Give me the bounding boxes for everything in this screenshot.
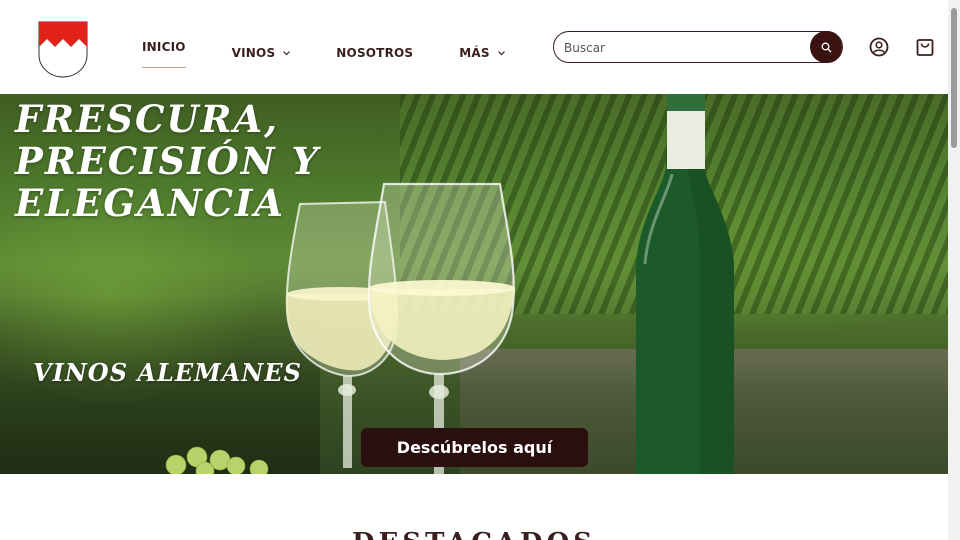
hero-banner: FRESCURA, PRECISIÓN Y ELEGANCIA VINOS AL… [0,94,948,474]
account-icon[interactable] [867,35,891,59]
nav-item-label: VINOS [231,46,276,60]
nav-item-label: INICIO [142,39,186,54]
hero-subtitle: VINOS ALEMANES [33,358,302,387]
search-button[interactable] [810,31,842,63]
main-nav: INICIO VINOS NOSOTROS MÁS [142,38,505,68]
section-title: DESTACADOS [0,528,948,540]
page-scrollbar[interactable] [948,0,960,540]
logo-icon[interactable] [38,21,88,78]
nav-item-label: NOSOTROS [336,46,414,60]
nav-item-inicio[interactable]: INICIO [142,38,186,68]
site-header: INICIO VINOS NOSOTROS MÁS [0,0,948,94]
nav-item-label: MÁS [459,46,490,60]
search-bar [553,31,843,63]
hero-title: FRESCURA, PRECISIÓN Y ELEGANCIA [15,97,320,225]
nav-item-nosotros[interactable]: NOSOTROS [336,44,413,62]
shopping-bag-icon[interactable] [913,35,937,59]
search-input[interactable] [564,38,804,58]
chevron-down-icon [497,49,505,58]
discover-button[interactable]: Descúbrelos aquí [361,428,588,467]
search-icon [821,38,832,57]
nav-item-mas[interactable]: MÁS [459,44,505,62]
scrollbar-thumb[interactable] [951,8,957,148]
chevron-down-icon [283,49,291,58]
nav-item-vinos[interactable]: VINOS [232,44,291,62]
